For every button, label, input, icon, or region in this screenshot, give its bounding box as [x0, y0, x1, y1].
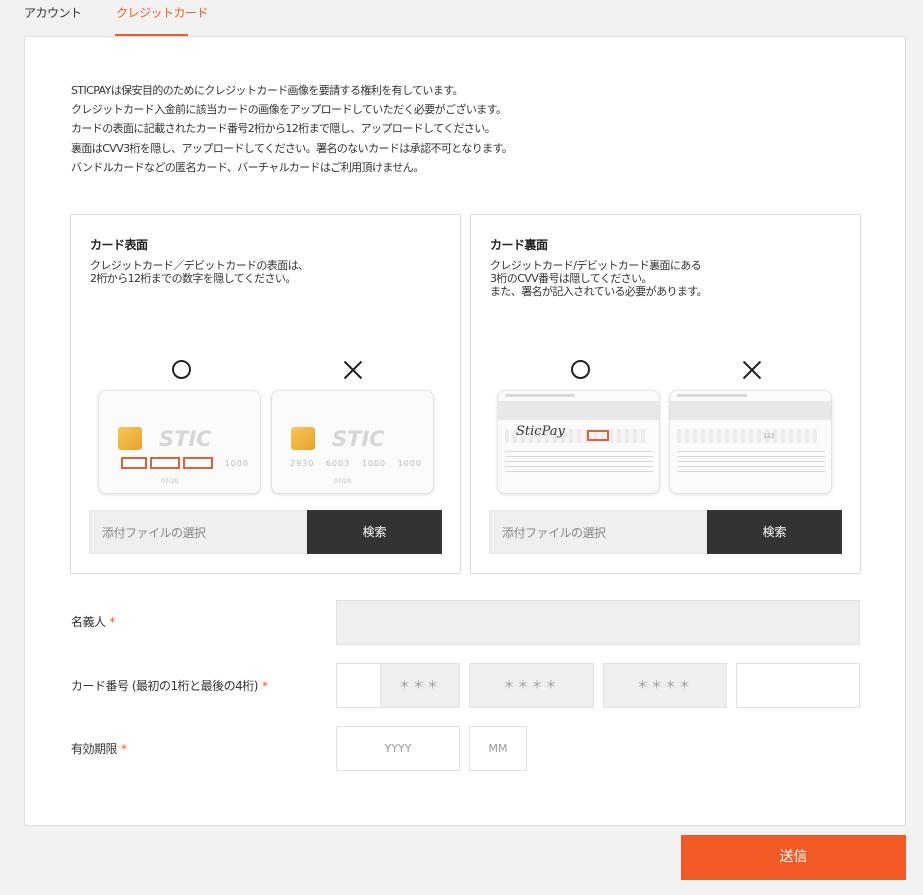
expiry-month-input[interactable]: MM	[469, 726, 527, 771]
chip-icon	[291, 427, 315, 450]
back-browse-button[interactable]: 検索	[707, 510, 842, 554]
desc-line: また、署名が記入されている必要があります。	[490, 285, 708, 298]
expiry-year-input[interactable]: YYYY	[336, 726, 460, 771]
back-file-input[interactable]: 添付ファイルの選択	[489, 510, 707, 554]
notice-text: STICPAYは保安目的のためにクレジットカード画像を要請する権利を有しています…	[71, 81, 513, 177]
notice-line: クレジットカード入金前に該当カードの画像をアップロードしていただく必要がございま…	[71, 103, 507, 117]
holder-label: 名義人 *	[71, 615, 116, 629]
card-digits-last: 1000	[224, 459, 249, 468]
chip-icon	[118, 427, 142, 450]
card-front-title: カード表面	[90, 238, 148, 252]
required-mark: *	[261, 679, 268, 693]
card-expiry: 07/20	[161, 478, 179, 485]
notice-line: STICPAYは保安目的のためにクレジットカード画像を要請する権利を有しています…	[71, 84, 464, 97]
card-number-masked-3: ＊＊＊＊	[603, 663, 727, 708]
desc-line: クレジットカード／デビットカードの表面は、	[90, 259, 309, 272]
card-number-last-four-input[interactable]	[736, 663, 860, 708]
tab-account[interactable]: アカウント	[24, 4, 82, 21]
notice-line: 裏面はCVV3桁を隠し、アップロードしてください。署名のないカードは承認不可とな…	[71, 141, 513, 155]
magnetic-stripe	[498, 401, 659, 420]
signature-panel	[677, 429, 817, 443]
card-back-desc: クレジットカード/デビットカード裏面にある 3桁のCVV番号は隠してください。 …	[490, 259, 708, 298]
card-expiry: 07/20	[334, 478, 352, 485]
card-digits: 2930 6003 1000 1000	[290, 459, 422, 468]
front-browse-button[interactable]: 検索	[307, 510, 442, 554]
cvv-number: 123	[763, 433, 775, 440]
card-number-masked-1: ＊＊＊	[380, 663, 460, 708]
card-front-upload: カード表面 クレジットカード／デビットカードの表面は、 2桁から12桁までの数字…	[70, 214, 461, 574]
required-mark: *	[109, 615, 116, 629]
front-ok-example-image: STIC 1000 07/20	[98, 390, 261, 494]
card-back-upload: カード裏面 クレジットカード/デビットカード裏面にある 3桁のCVV番号は隠して…	[470, 214, 861, 574]
ok-circle-icon	[571, 360, 590, 379]
back-ng-example-image: 123	[669, 390, 832, 494]
desc-line: 3桁のCVV番号は隠してください。	[490, 272, 652, 285]
notice-line: バンドルカードなどの匿名カード、バーチャルカードはご利用頂けません。	[71, 160, 424, 174]
card-number-masked-2: ＊＊＊＊	[469, 663, 594, 708]
ng-cross-icon	[343, 360, 363, 380]
back-ok-example-image: SticPay	[497, 390, 660, 494]
front-file-input[interactable]: 添付ファイルの選択	[89, 510, 307, 554]
ok-circle-icon	[172, 360, 191, 379]
desc-line: 2桁から12桁までの数字を隠してください。	[90, 272, 296, 285]
tab-bar: アカウント クレジットカード	[0, 0, 923, 36]
card-brand: STIC	[332, 427, 385, 451]
tab-credit-card[interactable]: クレジットカード	[116, 4, 209, 21]
magnetic-stripe	[670, 401, 831, 420]
desc-line: クレジットカード/デビットカード裏面にある	[490, 259, 702, 272]
card-number-label: カード番号 (最初の1桁と最後の4桁) *	[71, 679, 268, 693]
credit-card-panel: STICPAYは保安目的のためにクレジットカード画像を要請する権利を有しています…	[24, 36, 906, 826]
card-brand: STIC	[159, 427, 212, 451]
required-mark: *	[121, 742, 127, 756]
ng-cross-icon	[742, 360, 762, 380]
submit-button[interactable]: 送信	[681, 835, 906, 880]
card-digits: 1000	[117, 459, 249, 468]
expiry-label: 有効期限 *	[71, 742, 127, 756]
card-front-desc: クレジットカード／デビットカードの表面は、 2桁から12桁までの数字を隠してくだ…	[90, 259, 309, 285]
hidden-cvv-box	[587, 430, 609, 441]
notice-line: カードの表面に記載されたカード番号2桁から12桁まで隠し、アップロードしてくださ…	[71, 122, 496, 136]
front-ng-example-image: STIC 2930 6003 1000 1000 07/20	[271, 390, 434, 494]
card-back-title: カード裏面	[490, 238, 548, 252]
signature: SticPay	[516, 424, 565, 439]
card-number-first-digit-input[interactable]	[336, 663, 381, 708]
holder-name-input[interactable]	[336, 600, 860, 645]
